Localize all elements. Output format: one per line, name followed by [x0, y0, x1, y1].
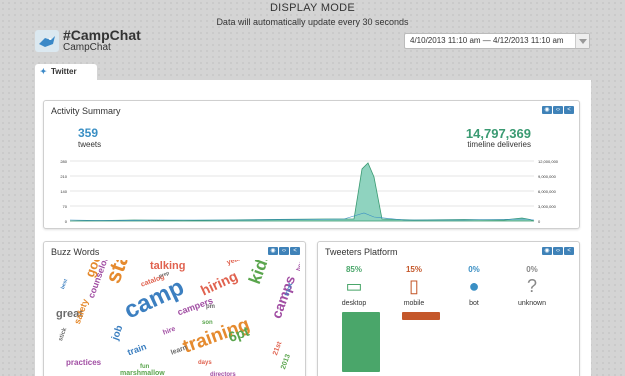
platform-percent: 15%: [405, 265, 422, 274]
embed-icon[interactable]: ‹›: [279, 247, 289, 255]
buzz-word: practices: [66, 358, 102, 367]
panel-actions: ◉ ‹› <: [268, 247, 300, 255]
panel-actions: ◉ ‹› <: [542, 247, 574, 255]
buzz-word: job: [110, 323, 126, 342]
eye-icon[interactable]: ◉: [542, 247, 552, 255]
activity-summary-panel: Activity Summary ◉ ‹› < 359 tweets 14,79…: [43, 100, 580, 229]
deliveries-count: 14,797,369: [465, 126, 531, 141]
embed-icon[interactable]: ‹›: [553, 247, 563, 255]
platform-percent: 0%: [526, 265, 538, 274]
chevron-down-icon[interactable]: [575, 34, 589, 48]
buzz-word: safety: [72, 297, 91, 326]
deliveries-area: [69, 162, 535, 222]
tweeters-platform-panel: Tweeters Platform ◉ ‹› < 85% ▭ desktop 15% ▯…: [317, 241, 580, 376]
buzz-word: camps: [268, 273, 299, 321]
auto-update-notice: Data will automatically update every 30 …: [216, 17, 409, 27]
right-axis-labels: 12,000,000 9,000,000 6,000,000 3,000,000…: [538, 159, 559, 224]
tab-label: Twitter: [50, 67, 77, 76]
right-tick: 0: [538, 219, 541, 224]
left-tick: 0: [65, 219, 68, 224]
tab-twitter[interactable]: ✦ Twitter: [35, 64, 97, 80]
right-tick: 3,000,000: [538, 204, 557, 209]
panel-title: Tweeters Platform: [325, 247, 398, 257]
buzz-word: hope: [296, 260, 300, 273]
buzz-word: stick: [58, 327, 69, 343]
panel-title: Activity Summary: [51, 106, 121, 116]
share-icon[interactable]: <: [564, 247, 574, 255]
left-tick: 140: [60, 189, 67, 194]
platform-bar: [342, 312, 380, 372]
deliveries-label: timeline deliveries: [467, 140, 531, 149]
embed-icon[interactable]: ‹›: [553, 106, 563, 114]
buzz-word: train: [126, 341, 148, 358]
campchat-logo: [35, 30, 59, 52]
bot-icon: ●: [468, 276, 480, 296]
tweets-count: 359: [78, 126, 99, 140]
right-tick: 9,000,000: [538, 174, 557, 179]
activity-chart: 280 210 140 70 0 12,000,000 9,000,000 6,…: [60, 159, 559, 224]
share-icon[interactable]: <: [290, 247, 300, 255]
question-icon: ?: [526, 276, 537, 296]
left-tick: 70: [63, 204, 68, 209]
mobile-icon: ▯: [409, 276, 419, 296]
date-range-value: 4/10/2013 11:10 am — 4/12/2013 11:10 am: [410, 36, 564, 45]
platform-percent: 85%: [345, 265, 362, 274]
left-tick: 280: [60, 159, 67, 164]
buzz-word: 2013: [280, 353, 292, 371]
platform-percent: 0%: [468, 265, 480, 274]
word-cloud: camp staff training kids hiring camps good grea…: [50, 260, 300, 376]
share-icon[interactable]: <: [564, 106, 574, 114]
left-axis-labels: 280 210 140 70 0: [60, 159, 67, 224]
display-mode-heading: DISPLAY MODE: [269, 2, 356, 14]
buzz-word: kids: [245, 260, 275, 287]
platform-label: unknown: [517, 300, 547, 307]
eye-icon[interactable]: ◉: [268, 247, 278, 255]
date-range-selector[interactable]: 4/10/2013 11:10 am — 4/12/2013 11:10 am: [404, 33, 590, 49]
hashtag-title: #CampChat: [63, 27, 141, 43]
right-tick: 12,000,000: [538, 159, 559, 164]
platform-label: desktop: [341, 300, 367, 307]
left-tick: 210: [60, 174, 67, 179]
buzz-word: directors: [210, 372, 236, 376]
right-tick: 6,000,000: [538, 189, 557, 194]
gridlines: [70, 160, 534, 222]
desktop-icon: ▭: [345, 276, 363, 296]
buzz-word: days: [198, 360, 212, 366]
panel-actions: ◉ ‹› <: [542, 106, 574, 114]
buzz-word: best: [60, 278, 70, 291]
platform-label: mobile: [403, 300, 425, 307]
panel-title: Buzz Words: [51, 247, 100, 257]
eye-icon[interactable]: ◉: [542, 106, 552, 114]
buzz-word: son: [202, 320, 213, 326]
buzz-words-panel: Buzz Words ◉ ‹› < camp staff training kids h…: [43, 241, 306, 376]
buzz-word: 21st: [272, 340, 284, 357]
buzz-word: fun: [140, 364, 150, 370]
account-name: CampChat: [63, 42, 111, 53]
platform-bar: [402, 312, 440, 320]
twitter-icon: ✦: [40, 67, 47, 76]
buzz-word: pm: [206, 304, 215, 310]
buzz-word: hire: [162, 325, 177, 337]
buzz-word: year: [226, 260, 242, 267]
tweets-label: tweets: [78, 140, 102, 149]
platform-label: bot: [469, 300, 479, 307]
buzz-word: hiring: [198, 267, 241, 299]
